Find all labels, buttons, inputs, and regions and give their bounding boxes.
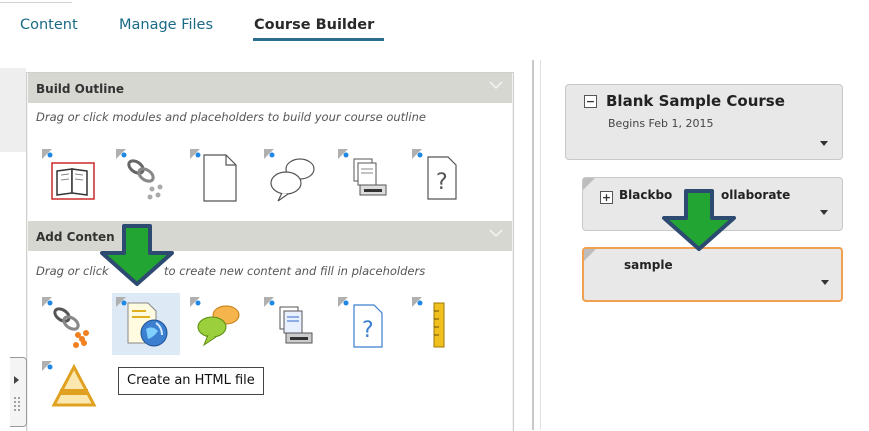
discussion-icon[interactable] <box>186 293 250 355</box>
expand-toggle[interactable]: + <box>600 191 613 204</box>
course-card[interactable]: − Blank Sample Course Begins Feb 1, 2015 <box>565 84 843 160</box>
blank-document-icon[interactable] <box>186 143 250 205</box>
green-arrow-down-icon <box>100 224 174 286</box>
svg-text:?: ? <box>362 318 374 343</box>
tab-bar: Content Manage Files Course Builder <box>0 0 869 56</box>
module-card-sample[interactable]: sample <box>582 247 843 302</box>
tooltip: Create an HTML file <box>118 367 264 395</box>
quiz-icon[interactable]: ? <box>334 293 398 355</box>
tab-course-builder[interactable]: Course Builder <box>254 17 374 33</box>
tab-content[interactable]: Content <box>20 17 78 33</box>
caret-down-icon[interactable] <box>820 210 828 215</box>
pane-divider-shadow <box>540 60 541 430</box>
drag-corner-icon <box>583 178 595 190</box>
course-begin-date: Begins Feb 1, 2015 <box>608 117 714 130</box>
caret-down-icon[interactable] <box>821 280 829 285</box>
course-title: Blank Sample Course <box>606 92 785 110</box>
drag-corner-icon <box>584 249 596 261</box>
dropbox-icon[interactable] <box>260 293 324 355</box>
grip-icon <box>14 376 20 411</box>
module-title: sample <box>624 258 673 272</box>
dropbox-tray-icon[interactable] <box>334 143 398 205</box>
build-outline-hint: Drag or click modules and placeholders t… <box>36 110 426 124</box>
discussion-bubbles-icon[interactable] <box>260 143 324 205</box>
build-outline-header[interactable]: Build Outline <box>28 73 512 103</box>
left-gutter <box>0 68 26 152</box>
link-icon[interactable] <box>38 293 102 355</box>
caret-down-icon[interactable] <box>820 141 828 146</box>
chevron-down-icon <box>489 81 503 90</box>
add-content-hint-end: to create new content and fill in placeh… <box>164 264 426 278</box>
panel-resize-handle[interactable] <box>10 357 27 427</box>
tab-manage-files[interactable]: Manage Files <box>119 17 213 33</box>
book-module-icon[interactable] <box>38 143 102 205</box>
collapse-toggle[interactable]: − <box>584 95 597 108</box>
checklist-icon[interactable] <box>38 357 102 419</box>
build-outline-body: Drag or click modules and placeholders t… <box>28 103 512 221</box>
chevron-down-icon <box>489 229 503 238</box>
build-outline-title: Build Outline <box>36 82 125 96</box>
pane-divider[interactable] <box>532 60 534 430</box>
quiz-question-icon[interactable]: ? <box>408 143 472 205</box>
html-file-icon[interactable] <box>112 293 180 355</box>
link-placeholder-icon[interactable] <box>112 143 176 205</box>
svg-text:?: ? <box>436 170 448 195</box>
active-tab-indicator <box>253 38 384 41</box>
green-arrow-down-icon <box>662 189 736 251</box>
ruler-icon[interactable] <box>408 293 472 355</box>
